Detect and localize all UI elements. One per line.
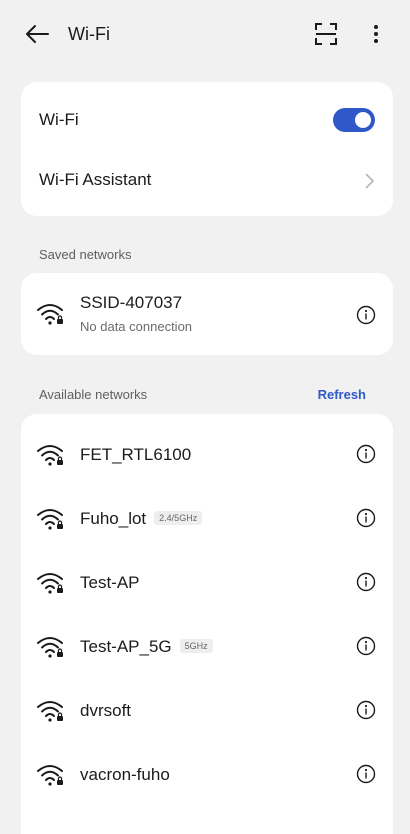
network-name: dvrsoft (80, 701, 132, 720)
top-bar: Wi-Fi (0, 0, 410, 70)
wifi-toggle-label: Wi-Fi (39, 110, 79, 129)
info-icon[interactable] (356, 305, 376, 325)
info-icon[interactable] (356, 508, 376, 528)
network-row[interactable]: dvrsoft (21, 680, 393, 744)
wifi-lock-icon (37, 765, 63, 786)
network-row[interactable]: Test-AP_5G 5GHz (21, 616, 393, 680)
network-row[interactable]: vacron-fuho (21, 744, 393, 808)
wifi-lock-icon (37, 445, 63, 466)
wifi-lock-icon (37, 573, 63, 594)
refresh-button[interactable]: Refresh (318, 387, 366, 402)
wifi-lock-icon (37, 304, 63, 325)
network-row[interactable]: Fuho_lot 2.4/5GHz (21, 488, 393, 552)
available-networks-list: FET_RTL6100 Fuho_lot 2.4/5GHz Test-AP Te… (21, 414, 393, 834)
network-name: vacron-fuho (80, 765, 170, 784)
more-icon[interactable] (364, 22, 388, 46)
network-row[interactable]: Test-AP (21, 552, 393, 616)
info-icon[interactable] (356, 572, 376, 592)
band-badge: 5GHz (179, 639, 213, 653)
info-icon[interactable] (356, 700, 376, 720)
page-title: Wi-Fi (68, 24, 110, 44)
network-status: No data connection (80, 319, 193, 334)
available-networks-heading: Available networks (39, 387, 148, 402)
network-name: Test-AP (80, 573, 140, 592)
wifi-settings-card: Wi-Fi Wi-Fi Assistant (21, 82, 393, 216)
wifi-assistant-item[interactable]: Wi-Fi Assistant (39, 170, 151, 190)
saved-network-item[interactable]: SSID-407037 No data connection (21, 273, 393, 355)
info-icon[interactable] (356, 444, 376, 464)
info-icon[interactable] (356, 764, 376, 784)
network-name: Test-AP_5G 5GHz (80, 637, 213, 657)
wifi-lock-icon (37, 637, 63, 658)
back-arrow-icon[interactable] (24, 22, 50, 46)
network-name: FET_RTL6100 (80, 445, 192, 464)
wifi-toggle[interactable] (333, 108, 375, 132)
network-row[interactable]: FET_RTL6100 (21, 424, 393, 488)
scan-icon[interactable] (315, 23, 337, 45)
wifi-lock-icon (37, 701, 63, 722)
info-icon[interactable] (356, 636, 376, 656)
network-name: SSID-407037 (80, 293, 183, 312)
band-badge: 2.4/5GHz (154, 511, 203, 525)
network-name: Fuho_lot 2.4/5GHz (80, 509, 203, 529)
chevron-right-icon (365, 173, 375, 189)
toggle-knob (355, 112, 371, 128)
saved-networks-heading: Saved networks (39, 247, 132, 262)
wifi-lock-icon (37, 509, 63, 530)
